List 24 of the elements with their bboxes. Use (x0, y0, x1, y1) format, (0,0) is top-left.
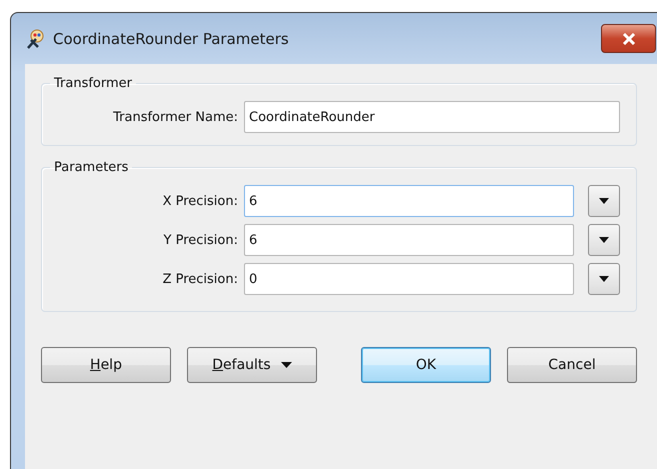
caret-icon (280, 362, 292, 368)
caret-icon (599, 237, 609, 243)
close-button[interactable] (601, 24, 656, 53)
field-label: Transformer Name: (112, 110, 238, 124)
dialog-button[interactable]: OK (361, 347, 491, 383)
caret-icon (599, 276, 609, 282)
window-title: CoordinateRounder Parameters (53, 30, 290, 48)
caret-icon (599, 198, 609, 204)
input-field[interactable]: 6 (244, 185, 574, 217)
field-label: X Precision: (162, 194, 238, 208)
dialog-button[interactable]: Help (41, 347, 171, 383)
dropdown-button[interactable] (588, 263, 620, 295)
input-field[interactable]: 0 (244, 263, 574, 295)
close-icon (622, 32, 636, 44)
field-label: Y Precision: (162, 232, 238, 248)
dialog-button[interactable]: Defaults (187, 347, 317, 383)
group-title: Parameters (53, 160, 130, 175)
field-label: Z Precision: (162, 272, 238, 286)
group-title: Transformer (53, 76, 134, 91)
dialog-button[interactable]: Cancel (507, 347, 637, 383)
input-field[interactable]: 6 (244, 224, 574, 256)
dropdown-button[interactable] (588, 185, 620, 217)
input-field[interactable]: CoordinateRounder (244, 101, 620, 133)
dropdown-button[interactable] (588, 224, 620, 256)
